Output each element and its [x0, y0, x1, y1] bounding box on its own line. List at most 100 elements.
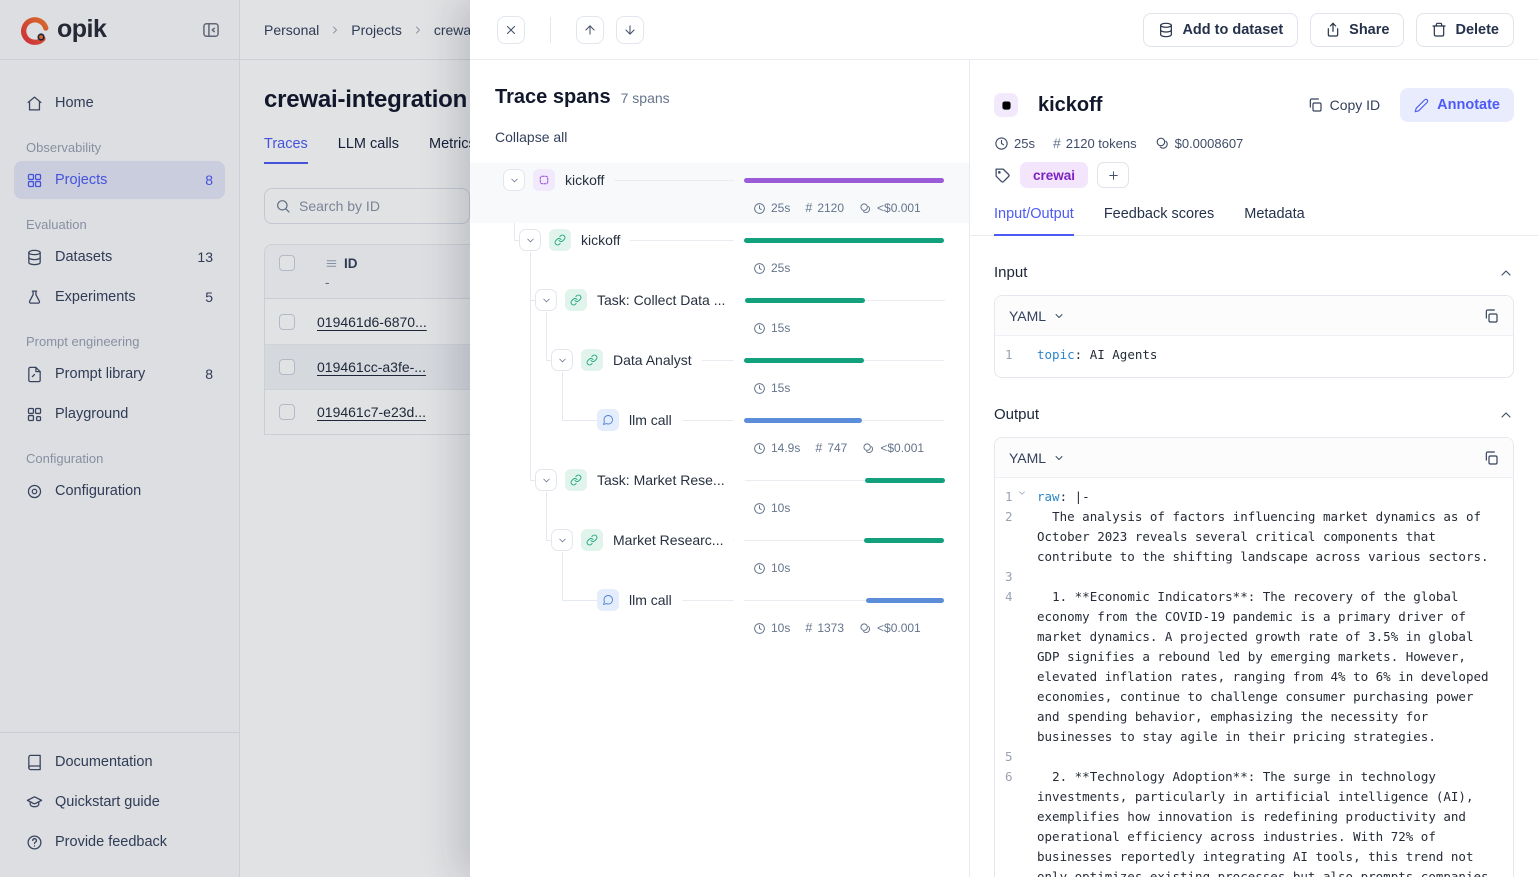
coins-icon	[859, 202, 872, 215]
chain-link-icon	[570, 474, 582, 486]
annotate-button[interactable]: Annotate	[1400, 88, 1514, 122]
tool-span-icon	[581, 349, 603, 371]
output-format-select[interactable]: YAML	[1009, 450, 1065, 466]
spans-count: 7 spans	[621, 90, 670, 106]
tool-span-icon	[581, 529, 603, 551]
trace-span-icon	[533, 169, 555, 191]
span-tree: kickoff25s#2120<$0.001kickoff25sTask: Co…	[470, 163, 969, 643]
previous-trace-button[interactable]	[576, 16, 604, 44]
code-text: The analysis of factors influencing mark…	[1037, 507, 1513, 567]
line-number: 2	[995, 507, 1037, 567]
chevron-up-icon[interactable]	[1498, 265, 1514, 281]
duration-stat: 15s	[753, 321, 790, 335]
expand-collapse-button[interactable]	[503, 169, 525, 191]
hash-icon: #	[1053, 135, 1061, 151]
span-stats: 10s	[470, 497, 969, 519]
copy-output-button[interactable]	[1483, 450, 1499, 466]
span-stats: 14.9s#747<$0.001	[470, 437, 969, 459]
duration-bar	[744, 418, 862, 423]
span-timeline	[744, 230, 944, 250]
leader-line	[682, 420, 734, 421]
chevron-down-icon	[541, 295, 552, 306]
chevron-down-icon	[1053, 452, 1065, 464]
span-name: kickoff	[581, 232, 620, 248]
llm-span-icon	[597, 409, 619, 431]
clock-icon	[753, 202, 766, 215]
clock-icon	[753, 382, 766, 395]
share-button[interactable]: Share	[1310, 13, 1404, 47]
expand-collapse-button[interactable]	[519, 229, 541, 251]
tag-chip[interactable]: crewai	[1020, 162, 1088, 188]
span-row-kickoff[interactable]: kickoff25s#2120<$0.001	[470, 163, 969, 223]
close-button[interactable]	[497, 16, 525, 44]
cost-stat: $0.0008607	[1155, 136, 1244, 151]
clock-icon	[753, 442, 766, 455]
tab-input-output[interactable]: Input/Output	[994, 206, 1074, 236]
code-text	[1037, 747, 1513, 767]
expand-collapse-button[interactable]	[551, 529, 573, 551]
duration-stat: 15s	[753, 381, 790, 395]
cost-stat: <$0.001	[862, 441, 924, 455]
expand-collapse-button[interactable]	[535, 469, 557, 491]
duration-stat: 25s	[994, 136, 1035, 151]
span-row-kickoff[interactable]: kickoff25s	[470, 223, 969, 283]
cost-stat: <$0.001	[859, 621, 921, 635]
copy-id-button[interactable]: Copy ID	[1307, 97, 1381, 113]
span-name-line: llm call	[470, 403, 969, 437]
tab-feedback-scores[interactable]: Feedback scores	[1104, 206, 1214, 236]
tool-span-icon	[549, 229, 571, 251]
span-row-data-analyst[interactable]: Data Analyst15s	[470, 343, 969, 403]
chat-bubble-icon	[602, 414, 614, 426]
chain-link-icon	[586, 354, 598, 366]
span-timeline	[744, 410, 944, 430]
tool-span-icon	[565, 289, 587, 311]
copy-input-button[interactable]	[1483, 308, 1499, 324]
collapse-all-button[interactable]: Collapse all	[495, 129, 567, 145]
llm-span-icon	[597, 589, 619, 611]
span-row-llm-call[interactable]: llm call10s#1373<$0.001	[470, 583, 969, 643]
add-tag-button[interactable]	[1097, 162, 1129, 188]
tab-metadata[interactable]: Metadata	[1244, 206, 1304, 236]
input-section-header[interactable]: Input	[994, 264, 1514, 281]
code-text: 1. **Economic Indicators**: The recovery…	[1037, 587, 1513, 747]
code-line: 6 2. **Technology Adoption**: The surge …	[995, 767, 1513, 877]
duration-bar	[744, 178, 944, 183]
input-code: 1topic: AI Agents	[995, 336, 1513, 377]
span-stats: 10s#1373<$0.001	[470, 617, 969, 639]
add-to-dataset-button[interactable]: Add to dataset	[1143, 13, 1298, 47]
format-label: YAML	[1009, 308, 1046, 324]
span-row-task-collect-data[interactable]: Task: Collect Data ...15s	[470, 283, 969, 343]
next-trace-button[interactable]	[616, 16, 644, 44]
delete-button[interactable]: Delete	[1416, 13, 1514, 47]
input-format-select[interactable]: YAML	[1009, 308, 1065, 324]
arrow-up-icon	[583, 23, 597, 37]
tool-span-icon	[565, 469, 587, 491]
span-timeline	[744, 350, 944, 370]
span-row-llm-call[interactable]: llm call14.9s#747<$0.001	[470, 403, 969, 463]
duration-bar	[745, 298, 865, 303]
coins-icon	[1155, 136, 1170, 151]
trash-icon	[1431, 22, 1447, 38]
span-timeline	[745, 470, 945, 490]
clock-icon	[753, 322, 766, 335]
expand-collapse-button[interactable]	[551, 349, 573, 371]
trace-spans-title: Trace spans	[495, 86, 611, 109]
code-line: 1topic: AI Agents	[995, 345, 1513, 365]
span-name: kickoff	[565, 172, 604, 188]
output-section-header[interactable]: Output	[994, 406, 1514, 423]
fold-chevron-icon[interactable]	[1017, 488, 1027, 498]
code-text: topic: AI Agents	[1037, 345, 1513, 365]
close-icon	[504, 23, 518, 37]
span-row-task-market-rese[interactable]: Task: Market Rese...10s	[470, 463, 969, 523]
span-timeline	[744, 170, 944, 190]
span-row-market-researc[interactable]: Market Researc...10s	[470, 523, 969, 583]
duration-stat: 25s	[753, 201, 790, 215]
copy-icon	[1307, 97, 1323, 113]
line-number: 4	[995, 587, 1037, 747]
clock-icon	[994, 136, 1009, 151]
expand-collapse-button[interactable]	[535, 289, 557, 311]
tokens-stat: #2120	[805, 201, 844, 215]
span-timeline	[744, 530, 944, 550]
coins-icon	[862, 442, 875, 455]
chevron-up-icon[interactable]	[1498, 407, 1514, 423]
